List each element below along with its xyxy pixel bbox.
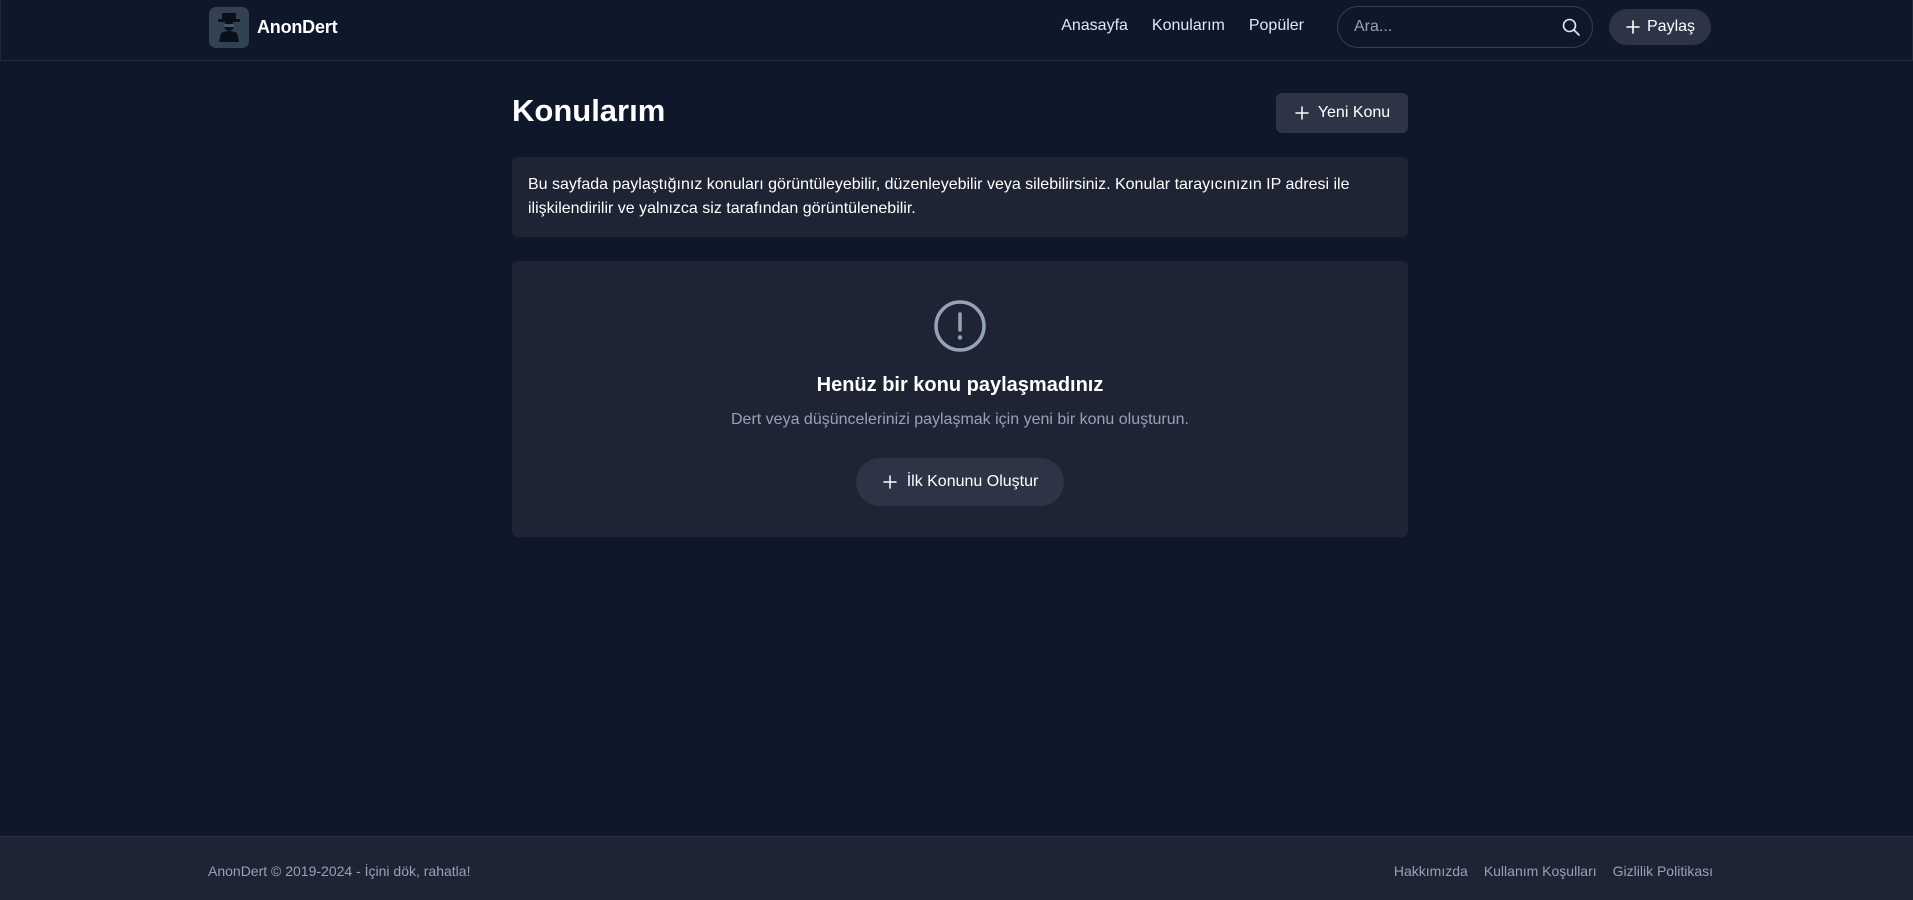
new-topic-button-label: Yeni Konu	[1317, 104, 1391, 121]
brand-logo	[209, 6, 249, 48]
footer-links: Hakkımızda Kullanım Koşulları Gizlilik P…	[1378, 863, 1713, 879]
top-navbar: AnonDert Anasayfa Konularım Popüler Ara.…	[0, 0, 1913, 61]
empty-state-card: Henüz bir konu paylaşmadınız Dert veya d…	[512, 261, 1408, 537]
plus-icon	[1625, 19, 1641, 35]
page: AnonDert Anasayfa Konularım Popüler Ara.…	[0, 0, 1913, 900]
info-box: Bu sayfada paylaştığınız konuları görünt…	[512, 157, 1408, 237]
share-button[interactable]: Paylaş	[1609, 9, 1712, 45]
footer-copyright: AnonDert © 2019-2024 - İçini dök, rahatl…	[208, 863, 471, 879]
empty-state-title: Henüz bir konu paylaşmadınız	[816, 374, 1104, 396]
empty-state-description: Dert veya düşüncelerinizi paylaşmak için…	[731, 411, 1189, 428]
page-title: Konularım	[512, 93, 666, 128]
new-topic-button[interactable]: Yeni Konu	[1276, 93, 1408, 133]
search-box	[1337, 6, 1593, 48]
brand-name: AnonDert	[257, 16, 338, 37]
main-nav: Anasayfa Konularım Popüler	[1037, 0, 1304, 52]
brand-link[interactable]: AnonDert	[209, 6, 338, 48]
nav-item-konularim[interactable]: Konularım	[1152, 17, 1225, 35]
anonymous-person-icon	[218, 13, 240, 42]
footer-link-privacy[interactable]: Gizlilik Politikası	[1613, 863, 1713, 879]
info-text: Bu sayfada paylaştığınız konuları görünt…	[528, 176, 1350, 217]
nav-item-anasayfa[interactable]: Anasayfa	[1061, 17, 1128, 35]
footer-link-terms[interactable]: Kullanım Koşulları	[1484, 863, 1597, 879]
search-input[interactable]	[1338, 7, 1561, 47]
create-first-topic-button[interactable]: İlk Konunu Oluştur	[856, 458, 1064, 506]
footer-link-about[interactable]: Hakkımızda	[1394, 863, 1468, 879]
create-first-topic-label: İlk Konunu Oluştur	[906, 473, 1039, 490]
plus-icon	[882, 474, 898, 490]
plus-icon	[1294, 105, 1310, 121]
exclamation-circle-icon	[933, 299, 987, 353]
share-button-label: Paylaş	[1647, 18, 1696, 35]
nav-item-populer[interactable]: Popüler	[1249, 17, 1304, 35]
footer: AnonDert © 2019-2024 - İçini dök, rahatl…	[0, 836, 1913, 900]
search-icon[interactable]	[1561, 17, 1581, 37]
